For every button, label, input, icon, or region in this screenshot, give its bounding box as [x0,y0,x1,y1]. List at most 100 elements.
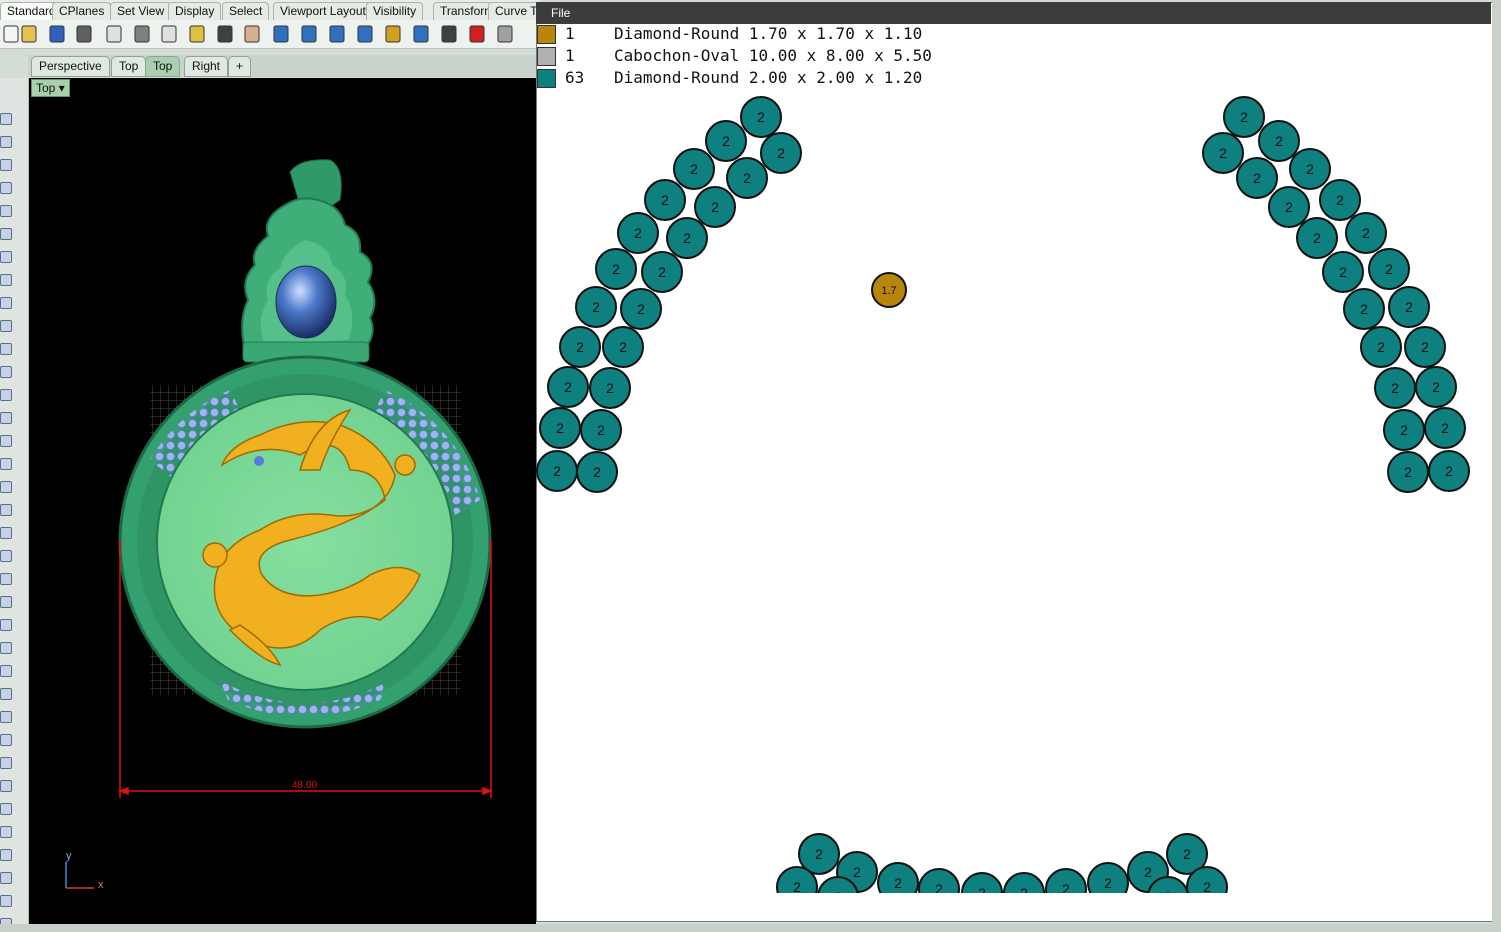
left-tool-icon[interactable] [0,780,12,792]
zoom-extents-icon[interactable] [354,23,376,45]
left-tool-icon[interactable] [0,734,12,746]
round-diamond-2mm: 2 [1368,248,1410,290]
status-strip [0,924,1501,932]
left-tool-icon[interactable] [0,573,12,585]
round-diamond-2mm: 2 [1045,868,1087,893]
round-diamond-2mm: 2 [918,868,960,893]
top-viewport[interactable]: 48.00 y x [29,78,536,924]
round-diamond-2mm: 2 [673,148,715,190]
legend-row: 1 Diamond-Round 1.70 x 1.70 x 1.10 [537,24,957,44]
zoom-icon[interactable] [298,23,320,45]
left-tool-icon[interactable] [0,895,12,907]
toolbar-tab-select[interactable]: Select [222,2,270,20]
left-tool-icon[interactable] [0,228,12,240]
left-tool-icon[interactable] [0,182,12,194]
round-diamond-2mm: 2 [1360,326,1402,368]
left-tool-icon[interactable] [0,412,12,424]
undo-icon[interactable] [214,23,236,45]
toolbar-tab-viewport-layout[interactable]: Viewport Layout [273,2,373,20]
viewport-label[interactable]: Top ▾ [31,79,70,97]
left-tool-icon[interactable] [0,872,12,884]
left-tool-icon[interactable] [0,389,12,401]
svg-text:2: 2 [1144,864,1152,880]
left-tool-icon[interactable] [0,136,12,148]
left-tool-icon[interactable] [0,343,12,355]
svg-text:2: 2 [592,299,600,315]
left-tool-icon[interactable] [0,320,12,332]
copy-icon[interactable] [158,23,180,45]
left-tool-icon[interactable] [0,458,12,470]
round-diamond-2mm: 2 [620,288,662,330]
left-tool-icon[interactable] [0,596,12,608]
round-diamond-2mm: 2 [694,186,736,228]
left-tool-icon[interactable] [0,619,12,631]
left-tool-icon[interactable] [0,274,12,286]
paste-icon[interactable] [186,23,208,45]
add-viewport-icon[interactable]: + [228,56,252,77]
left-tool-icon[interactable] [0,297,12,309]
left-tool-icon[interactable] [0,527,12,539]
round-diamond-2mm: 2 [602,326,644,368]
left-tool-icon[interactable] [0,642,12,654]
zoom-selected-icon[interactable] [382,23,404,45]
round-diamond-2mm: 2 [1223,96,1265,138]
viewports-icon[interactable] [438,23,460,45]
svg-text:2: 2 [1062,881,1070,893]
round-diamond-2mm: 2 [1343,288,1385,330]
left-tool-icon[interactable] [0,159,12,171]
toolbar-tab-display[interactable]: Display [168,2,222,20]
toolbar-tab-strip: Standard CPlanes Set View Display Select View… [0,0,545,21]
svg-text:2: 2 [564,379,572,395]
left-tool-icon[interactable] [0,803,12,815]
toolbar-tab-cplanes[interactable]: CPlanes [52,2,112,20]
left-tool-icon[interactable] [0,435,12,447]
open-icon[interactable] [18,23,40,45]
dimension-label: 48.00 [292,780,318,791]
round-diamond-2mm: 2 [1424,407,1466,449]
zoom-window-icon[interactable] [326,23,348,45]
rotate-view-icon[interactable] [410,23,432,45]
left-tool-icon[interactable] [0,504,12,516]
svg-text:2: 2 [1385,261,1393,277]
svg-text:2: 2 [1432,379,1440,395]
viewport-tab-right-3[interactable]: Right [184,56,229,77]
svg-text:2: 2 [978,885,986,893]
round-diamond-2mm: 2 [1236,157,1278,199]
color-swatch [537,47,556,66]
left-tool-icon[interactable] [0,688,12,700]
rotate-icon[interactable] [270,23,292,45]
svg-text:2: 2 [1362,225,1370,241]
svg-text:2: 2 [1306,161,1314,177]
left-tool-icon[interactable] [0,366,12,378]
left-tool-icon[interactable] [0,757,12,769]
pan-icon[interactable] [241,23,263,45]
svg-text:2: 2 [815,846,823,862]
viewport-tab-perspective-0[interactable]: Perspective [31,56,110,77]
left-tool-icon[interactable] [0,251,12,263]
cut-icon[interactable] [131,23,153,45]
toolbar-tab-set-view[interactable]: Set View [110,2,172,20]
left-tool-icon[interactable] [0,849,12,861]
round-diamond-2mm: 2 [559,326,601,368]
round-diamond-2mm: 2 [760,132,802,174]
car-icon[interactable] [466,23,488,45]
viewport-tab-top-1[interactable]: Top [111,56,147,77]
viewport-tab-top-2[interactable]: Top [145,56,181,77]
svg-text:2: 2 [556,420,564,436]
left-tool-icon[interactable] [0,665,12,677]
file-menu[interactable]: File [551,5,570,21]
left-tool-icon[interactable] [0,826,12,838]
left-tool-icon[interactable] [0,205,12,217]
render-icon[interactable] [494,23,516,45]
svg-text:2: 2 [576,339,584,355]
save-icon[interactable] [46,23,68,45]
print-icon[interactable] [73,23,95,45]
left-tool-icon[interactable] [0,711,12,723]
left-tool-icon[interactable] [0,481,12,493]
round-diamond-2mm: 2 [1319,179,1361,221]
toolbar-tab-visibility[interactable]: Visibility [366,2,424,20]
left-tool-icon[interactable] [0,113,12,125]
svg-text:2: 2 [853,864,861,880]
import-icon[interactable] [103,23,125,45]
left-tool-icon[interactable] [0,550,12,562]
